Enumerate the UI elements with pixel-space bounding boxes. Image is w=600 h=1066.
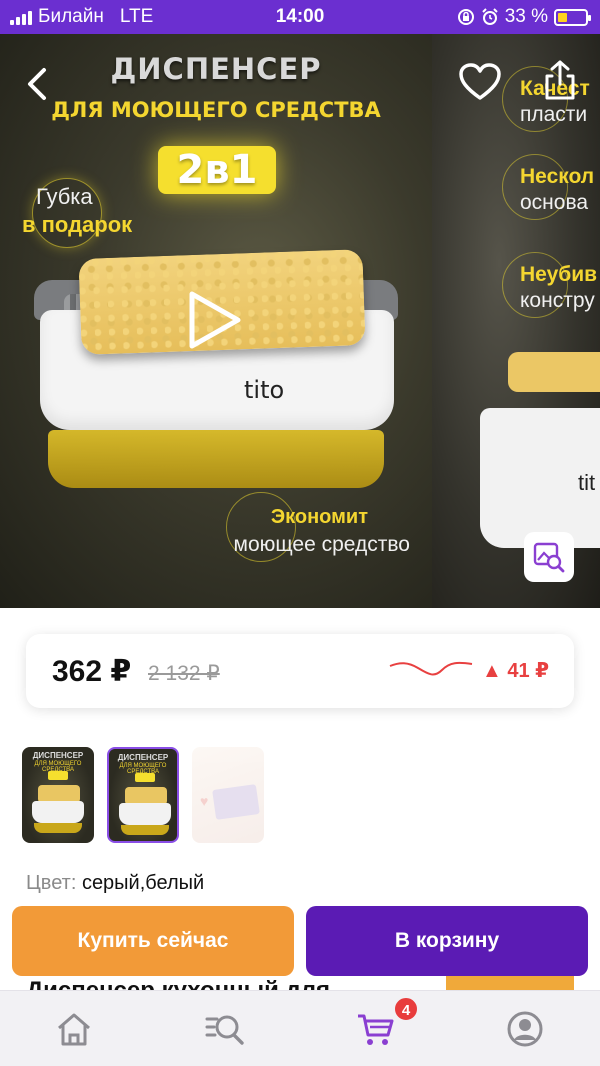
gift-line-2: в подарок (22, 212, 133, 237)
product-banner-subtitle: ДЛЯ МОЮЩЕГО СРЕДСТВА (51, 98, 381, 122)
price-trend-graph (389, 661, 473, 676)
old-price: 2 132 ₽ (148, 662, 220, 685)
alarm-icon (481, 8, 498, 25)
sponge-image (508, 352, 600, 392)
cart-count-badge: 4 (393, 996, 419, 1022)
gift-line-1: Губка (36, 184, 93, 209)
gallery-slide-next[interactable]: Качест пласти Нескол основа Неубив конст… (432, 34, 600, 608)
color-value: серый,белый (81, 872, 205, 894)
buy-now-button[interactable]: Купить сейчас (12, 906, 294, 976)
economy-line-2: моющее средство (233, 533, 410, 556)
search-icon[interactable] (205, 1009, 245, 1049)
cart-icon[interactable] (356, 1009, 396, 1049)
status-bar: Билайн LTE 14:00 33 % (0, 0, 600, 34)
add-to-cart-button[interactable]: В корзину (306, 906, 588, 976)
thumbnail-3[interactable]: ♥ (192, 747, 264, 843)
share-button[interactable] (540, 58, 580, 102)
profile-icon[interactable] (505, 1009, 545, 1049)
heart-icon (459, 63, 501, 100)
thumbnail-2[interactable]: ДИСПЕНСЕР ДЛЯ МОЮЩЕГО СРЕДСТВА (107, 747, 179, 843)
color-label: Цвет: (26, 872, 77, 894)
back-button[interactable] (16, 62, 60, 106)
image-search-button[interactable] (524, 532, 574, 582)
feature-3: Неубив констру (502, 252, 597, 318)
brand-logo: tit (578, 470, 596, 495)
image-search-icon (533, 542, 565, 573)
chevron-left-icon (28, 68, 46, 100)
price-change: ▲ 41 ₽ (482, 660, 550, 682)
favorite-button[interactable] (458, 62, 502, 102)
action-bar: Купить сейчас В корзину (0, 896, 600, 988)
two-in-one-badge: 2в1 (158, 146, 276, 194)
share-icon (545, 60, 575, 100)
economy-line-1: Экономит (270, 506, 368, 528)
gift-callout: Губка в подарок (22, 178, 133, 248)
battery-percent: 33 % (504, 6, 548, 27)
thumbnail-1[interactable]: ДИСПЕНСЕР ДЛЯ МОЮЩЕГО СРЕДСТВА (22, 747, 94, 843)
battery-icon (554, 8, 591, 26)
rotation-lock-icon (457, 9, 474, 25)
home-icon[interactable] (54, 1009, 94, 1049)
brand-logo: tito (244, 376, 285, 404)
current-price: 362 ₽ (52, 655, 132, 688)
gallery-slide-video[interactable]: ДИСПЕНСЕР ДЛЯ МОЮЩЕГО СРЕДСТВА 2в1 Губка… (0, 34, 432, 608)
color-option[interactable]: Цвет: серый,белый (26, 872, 204, 895)
economy-callout: Экономит моющее средство (200, 492, 410, 562)
feature-2: Нескол основа (502, 154, 594, 220)
product-banner-title: ДИСПЕНСЕР (110, 52, 322, 86)
play-icon[interactable] (186, 290, 244, 350)
price-card[interactable]: 362 ₽ 2 132 ₽ ▲ 41 ₽ (26, 634, 574, 708)
product-image-gallery[interactable]: ДИСПЕНСЕР ДЛЯ МОЮЩЕГО СРЕДСТВА 2в1 Губка… (0, 34, 600, 608)
bottom-tab-bar (0, 990, 600, 1066)
